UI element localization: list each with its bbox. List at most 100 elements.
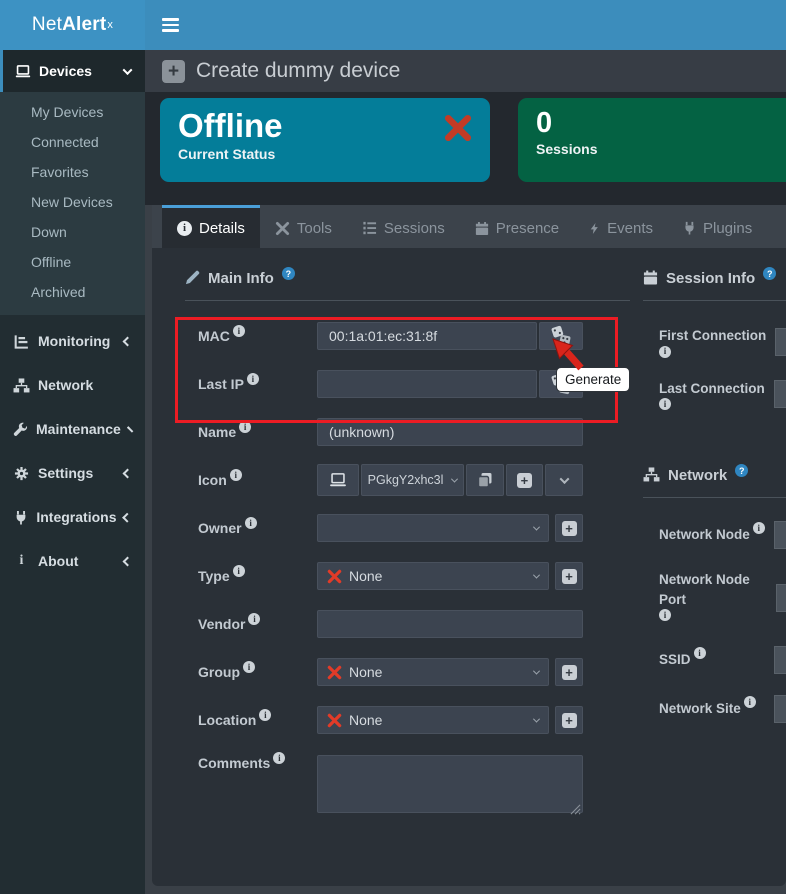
sidebar-item-settings[interactable]: Settings — [0, 451, 145, 495]
sidebar-item-label: About — [38, 553, 78, 569]
info-icon[interactable]: i — [659, 609, 671, 621]
info-icon[interactable]: i — [259, 709, 271, 721]
current-status-card: Offline Current Status — [160, 98, 490, 182]
info-icon[interactable]: i — [659, 398, 671, 410]
pencil-icon — [185, 270, 200, 285]
comments-field-row: Commentsi — [185, 744, 630, 818]
sidebar-item-favorites[interactable]: Favorites — [0, 157, 145, 187]
add-group-button[interactable]: + — [555, 658, 583, 686]
info-icon[interactable]: i — [753, 522, 765, 534]
sidebar-item-monitoring[interactable]: Monitoring — [0, 319, 145, 363]
sidebar-item-connected[interactable]: Connected — [0, 127, 145, 157]
icon-select[interactable]: PGkgY2xhc3l — [361, 464, 464, 496]
app-logo[interactable]: NetAlertx — [0, 0, 145, 50]
info-icon[interactable]: i — [233, 325, 245, 337]
sidebar-item-my-devices[interactable]: My Devices — [0, 97, 145, 127]
sidebar-item-integrations[interactable]: Integrations — [0, 495, 145, 539]
chevron-left-icon — [123, 468, 133, 478]
info-circle-icon: i — [177, 221, 192, 236]
question-circle-icon[interactable]: ? — [282, 267, 295, 280]
plus-square-icon: + — [562, 521, 577, 536]
network-node-port-input[interactable] — [776, 584, 786, 612]
tab-sessions[interactable]: Sessions — [347, 205, 460, 248]
generate-mac-button[interactable] — [539, 322, 583, 350]
name-input[interactable] — [317, 418, 583, 446]
type-select[interactable]: None — [317, 562, 549, 590]
sidebar-item-devices[interactable]: Devices — [0, 50, 145, 92]
last-connection-input[interactable] — [774, 380, 786, 408]
info-icon[interactable]: i — [659, 346, 671, 358]
status-value: Offline — [178, 107, 472, 145]
tab-presence[interactable]: Presence — [460, 205, 574, 248]
sidebar-item-archived[interactable]: Archived — [0, 277, 145, 307]
tab-plugins[interactable]: Plugins — [668, 205, 767, 248]
vendor-input[interactable] — [317, 610, 583, 638]
copy-icon-button[interactable] — [466, 464, 504, 496]
location-select[interactable]: None — [317, 706, 549, 734]
add-type-button[interactable]: + — [555, 562, 583, 590]
add-location-button[interactable]: + — [555, 706, 583, 734]
chevron-down-icon — [559, 474, 569, 484]
add-icon-button[interactable]: + — [506, 464, 544, 496]
copy-icon — [477, 472, 493, 488]
tab-label: Plugins — [703, 220, 752, 237]
sidebar-item-new-devices[interactable]: New Devices — [0, 187, 145, 217]
question-circle-icon[interactable]: ? — [735, 464, 748, 477]
chevron-left-icon — [127, 426, 133, 432]
sidebar-item-about[interactable]: i About — [0, 539, 145, 583]
info-icon[interactable]: i — [744, 696, 756, 708]
hamburger-menu-icon[interactable] — [162, 18, 179, 32]
info-icon[interactable]: i — [245, 517, 257, 529]
generate-tooltip: Generate — [556, 367, 630, 392]
field-label: Network Node Port — [659, 570, 776, 609]
field-label: First Connection — [659, 326, 766, 346]
network-node-port-row: Network Node Porti — [643, 570, 786, 625]
sidebar-item-down[interactable]: Down — [0, 217, 145, 247]
ssid-row: SSIDi — [643, 646, 786, 674]
info-icon[interactable]: i — [243, 661, 255, 673]
info-icon[interactable]: i — [230, 469, 242, 481]
sidebar-item-network[interactable]: Network — [0, 363, 145, 407]
field-label: Owner — [198, 520, 242, 536]
plus-square-icon: + — [562, 713, 577, 728]
sessions-card: 0 Sessions — [518, 98, 786, 182]
red-x-icon — [327, 665, 342, 680]
last-connection-row: Last Connectioni — [643, 379, 786, 411]
network-node-input[interactable] — [774, 521, 786, 549]
info-icon[interactable]: i — [247, 373, 259, 385]
add-owner-button[interactable]: + — [555, 514, 583, 542]
sidebar-item-maintenance[interactable]: Maintenance — [0, 407, 145, 451]
field-label: MAC — [198, 328, 230, 344]
info-icon[interactable]: i — [694, 647, 706, 659]
tab-events[interactable]: Events — [574, 205, 668, 248]
info-icon[interactable]: i — [273, 752, 285, 764]
ssid-input[interactable] — [774, 646, 786, 674]
sidebar-item-label: Maintenance — [36, 421, 121, 437]
plug-icon — [13, 510, 28, 525]
tab-tools[interactable]: Tools — [260, 205, 347, 248]
expand-icon-button[interactable] — [545, 464, 583, 496]
question-circle-icon[interactable]: ? — [763, 267, 776, 280]
field-label: Name — [198, 424, 236, 440]
sidebar-item-label: Settings — [38, 465, 93, 481]
field-label: Network Site — [659, 699, 741, 719]
icon-preview-button[interactable] — [317, 464, 359, 496]
resize-handle-icon[interactable] — [570, 804, 581, 815]
last-ip-input[interactable] — [317, 370, 537, 398]
first-connection-input[interactable] — [775, 328, 786, 356]
owner-select[interactable] — [317, 514, 549, 542]
info-icon[interactable]: i — [239, 421, 251, 433]
main-info-header: Main Info ? — [185, 270, 630, 287]
mac-input[interactable] — [317, 322, 537, 350]
sidebar-item-offline[interactable]: Offline — [0, 247, 145, 277]
chart-icon — [13, 334, 30, 349]
comments-textarea[interactable] — [317, 755, 583, 813]
group-select[interactable]: None — [317, 658, 549, 686]
info-icon[interactable]: i — [233, 565, 245, 577]
sidebar-item-label: Network — [38, 377, 93, 393]
network-site-input[interactable] — [774, 695, 786, 723]
tab-details[interactable]: i Details — [162, 205, 260, 248]
info-icon[interactable]: i — [248, 613, 260, 625]
group-field-row: Groupi None + — [185, 648, 630, 696]
select-value: None — [349, 664, 382, 680]
